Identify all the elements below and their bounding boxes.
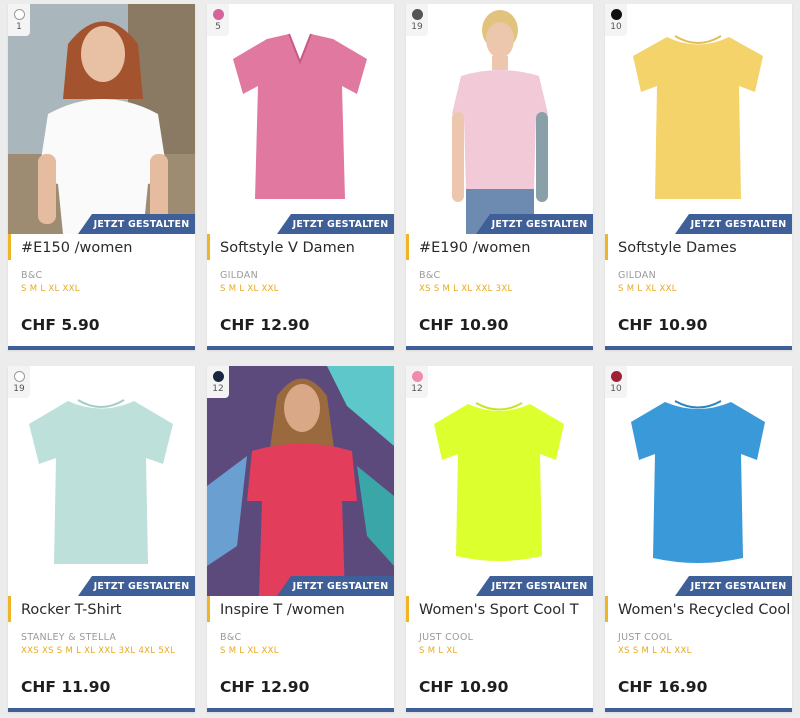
product-sizes: S M L XL XXL [618, 284, 677, 294]
accent-bar [406, 596, 409, 622]
color-count-badge: 19 [8, 366, 30, 398]
tshirt-image [633, 35, 763, 199]
product-title[interactable]: Women's Recycled Cool T [618, 596, 792, 632]
color-swatch [411, 9, 423, 20]
product-sizes: S M L XL XXL [220, 284, 279, 294]
tshirt-image [434, 402, 564, 561]
product-card[interactable]: 1 JETZT GESTALTEN #E150 /women B&C S M L… [8, 4, 195, 350]
product-title[interactable]: #E150 /women [21, 234, 195, 270]
product-title[interactable]: #E190 /women [419, 234, 593, 270]
color-swatch [610, 9, 622, 20]
color-count: 19 [13, 384, 25, 394]
product-image[interactable]: 12 JETZT GESTALTEN [207, 366, 394, 596]
color-swatch [212, 371, 224, 382]
color-count-badge: 1 [8, 4, 30, 36]
accent-bar [406, 234, 409, 260]
color-count-badge: 10 [605, 4, 627, 36]
product-brand: GILDAN [618, 270, 657, 281]
product-photo [8, 4, 195, 234]
design-now-button[interactable]: JETZT GESTALTEN [277, 214, 394, 234]
accent-bar [605, 234, 608, 260]
product-title[interactable]: Softstyle V Damen [220, 234, 394, 270]
color-count-badge: 12 [406, 366, 428, 398]
product-sizes: S M L XL XXL [220, 646, 279, 656]
product-title[interactable]: Women's Sport Cool T [419, 596, 593, 632]
color-count: 12 [411, 384, 423, 394]
design-now-button[interactable]: JETZT GESTALTEN [675, 214, 792, 234]
product-price: CHF 5.90 [21, 316, 100, 334]
tshirt-image [29, 399, 173, 564]
design-now-button[interactable]: JETZT GESTALTEN [675, 576, 792, 596]
product-photo [452, 10, 548, 234]
product-image[interactable]: 5 JETZT GESTALTEN [207, 4, 394, 234]
design-now-button[interactable]: JETZT GESTALTEN [78, 576, 195, 596]
product-title[interactable]: Rocker T-Shirt [21, 596, 195, 632]
accent-bar [605, 596, 608, 622]
accent-bar [8, 596, 11, 622]
product-price: CHF 12.90 [220, 678, 310, 696]
product-card[interactable]: 12 JETZT GESTALTEN Inspire T /women B&C … [207, 366, 394, 712]
product-image[interactable]: 19 JETZT GESTALTEN [8, 366, 195, 596]
design-now-button[interactable]: JETZT GESTALTEN [277, 576, 394, 596]
product-brand: B&C [21, 270, 43, 281]
accent-bar [207, 234, 210, 260]
product-card[interactable]: 12 JETZT GESTALTEN Women's Sport Cool T … [406, 366, 593, 712]
product-sizes: XS S M L XL XXL 3XL [419, 284, 513, 294]
product-price: CHF 10.90 [618, 316, 708, 334]
tshirt-image [631, 400, 765, 563]
product-image[interactable]: 10 JETZT GESTALTEN [605, 4, 792, 234]
product-sizes: XS S M L XL XXL [618, 646, 692, 656]
product-price: CHF 12.90 [220, 316, 310, 334]
product-card[interactable]: 10 JETZT GESTALTEN Softstyle Dames GILDA… [605, 4, 792, 350]
accent-bar [8, 234, 11, 260]
color-count-badge: 19 [406, 4, 428, 36]
design-now-button[interactable]: JETZT GESTALTEN [476, 576, 593, 596]
product-card[interactable]: 10 JETZT GESTALTEN Women's Recycled Cool… [605, 366, 792, 712]
product-brand: B&C [220, 632, 242, 643]
product-price: CHF 10.90 [419, 678, 509, 696]
product-price: CHF 16.90 [618, 678, 708, 696]
color-swatch [411, 371, 423, 382]
product-brand: GILDAN [220, 270, 259, 281]
color-count: 5 [215, 22, 221, 32]
product-brand: STANLEY & STELLA [21, 632, 117, 643]
product-image[interactable]: 12 JETZT GESTALTEN [406, 366, 593, 596]
product-title[interactable]: Inspire T /women [220, 596, 394, 632]
product-price: CHF 11.90 [21, 678, 111, 696]
product-card[interactable]: 19 JETZT GESTALTEN #E190 /women B&C XS S… [406, 4, 593, 350]
product-brand: B&C [419, 270, 441, 281]
accent-bar [207, 596, 210, 622]
product-image[interactable]: 1 JETZT GESTALTEN [8, 4, 195, 234]
product-image[interactable]: 10 JETZT GESTALTEN [605, 366, 792, 596]
product-card[interactable]: 5 JETZT GESTALTEN Softstyle V Damen GILD… [207, 4, 394, 350]
color-swatch [212, 9, 224, 20]
color-count: 1 [16, 22, 22, 32]
product-title[interactable]: Softstyle Dames [618, 234, 792, 270]
product-brand: JUST COOL [618, 632, 673, 643]
product-sizes: S M L XL [419, 646, 458, 656]
color-count: 19 [411, 22, 423, 32]
design-now-button[interactable]: JETZT GESTALTEN [476, 214, 593, 234]
product-sizes: XXS XS S M L XL XXL 3XL 4XL 5XL [21, 646, 176, 656]
product-price: CHF 10.90 [419, 316, 509, 334]
product-photo [207, 366, 394, 596]
product-image[interactable]: 19 JETZT GESTALTEN [406, 4, 593, 234]
color-count: 10 [610, 22, 622, 32]
color-swatch [13, 9, 25, 20]
color-count-badge: 12 [207, 366, 229, 398]
product-card[interactable]: 19 JETZT GESTALTEN Rocker T-Shirt STANLE… [8, 366, 195, 712]
color-count-badge: 5 [207, 4, 229, 36]
product-brand: JUST COOL [419, 632, 474, 643]
color-swatch [610, 371, 622, 382]
design-now-button[interactable]: JETZT GESTALTEN [78, 214, 195, 234]
color-count: 10 [610, 384, 622, 394]
color-count-badge: 10 [605, 366, 627, 398]
color-count: 12 [212, 384, 224, 394]
color-swatch [13, 371, 25, 382]
product-sizes: S M L XL XXL [21, 284, 80, 294]
vneck-tshirt-image [233, 33, 367, 199]
